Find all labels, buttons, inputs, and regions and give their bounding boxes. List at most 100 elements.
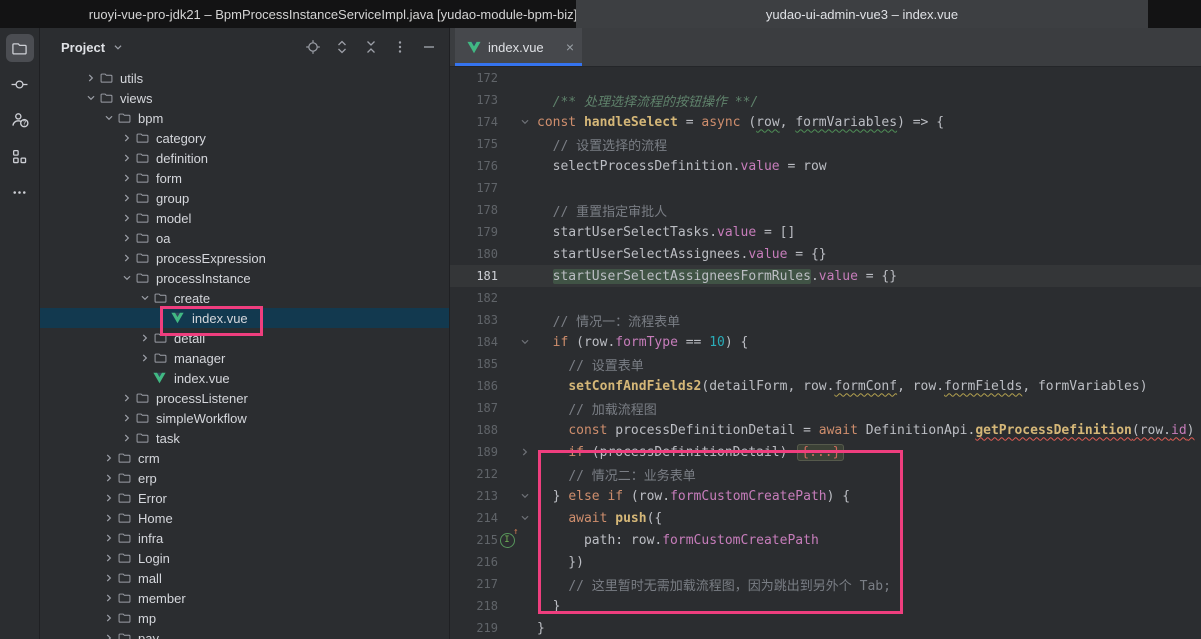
chevron-down-icon[interactable] xyxy=(119,270,135,286)
chevron-right-icon[interactable] xyxy=(101,570,117,586)
chevron-right-icon[interactable] xyxy=(101,470,117,486)
tree-item-task[interactable]: task xyxy=(40,428,449,448)
tree-item-member[interactable]: member xyxy=(40,588,449,608)
tree-item-form[interactable]: form xyxy=(40,168,449,188)
background-window-title: ruoyi-vue-pro-jdk21 – BpmProcessInstance… xyxy=(0,0,576,28)
chevron-right-icon[interactable] xyxy=(101,630,117,639)
chevron-right-icon[interactable] xyxy=(119,130,135,146)
chevron-right-icon[interactable] xyxy=(101,450,117,466)
tree-item-label: Error xyxy=(138,491,167,506)
commit-icon[interactable] xyxy=(6,70,34,98)
folder-icon xyxy=(135,270,153,286)
tree-item-pay[interactable]: pay xyxy=(40,628,449,639)
line-number: 177 xyxy=(450,181,498,195)
chevron-down-icon[interactable] xyxy=(137,290,153,306)
code-area[interactable]: 172173 /** 处理选择流程的按钮操作 **/174const handl… xyxy=(450,67,1201,639)
code-text: startUserSelectTasks.value = [] xyxy=(534,225,795,240)
line-number: 218 xyxy=(450,599,498,613)
tree-item-create[interactable]: create xyxy=(40,288,449,308)
chevron-right-icon[interactable] xyxy=(119,170,135,186)
chevron-right-icon[interactable] xyxy=(119,230,135,246)
tree-item-model[interactable]: model xyxy=(40,208,449,228)
chevron-right-icon[interactable] xyxy=(119,390,135,406)
chevron-down-icon[interactable] xyxy=(83,90,99,106)
fold-expanded-icon[interactable] xyxy=(516,115,534,129)
project-folder-icon[interactable] xyxy=(6,34,34,62)
tree-item-views[interactable]: views xyxy=(40,88,449,108)
tree-item-mp[interactable]: mp xyxy=(40,608,449,628)
tree-item-definition[interactable]: definition xyxy=(40,148,449,168)
chevron-right-icon[interactable] xyxy=(101,590,117,606)
structure-icon[interactable] xyxy=(6,142,34,170)
fold-collapsed-icon[interactable] xyxy=(516,445,534,459)
implements-gutter-icon[interactable]: I↑ xyxy=(498,533,516,548)
chevron-right-icon[interactable] xyxy=(137,350,153,366)
tree-item-label: model xyxy=(156,211,191,226)
tree-item-erp[interactable]: erp xyxy=(40,468,449,488)
tree-item-index.vue[interactable]: index.vue xyxy=(40,308,449,328)
folder-icon xyxy=(117,470,135,486)
chevron-right-icon[interactable] xyxy=(101,550,117,566)
tree-item-simpleWorkflow[interactable]: simpleWorkflow xyxy=(40,408,449,428)
chevron-right-icon[interactable] xyxy=(101,510,117,526)
chevron-right-icon[interactable] xyxy=(119,150,135,166)
tree-item-manager[interactable]: manager xyxy=(40,348,449,368)
editor: index.vue × 172173 /** 处理选择流程的按钮操作 **/17… xyxy=(450,28,1201,639)
tree-item-detail[interactable]: detail xyxy=(40,328,449,348)
line-number: 172 xyxy=(450,71,498,85)
tree-item-oa[interactable]: oa xyxy=(40,228,449,248)
tree-item-label: mall xyxy=(138,571,162,586)
tree-item-category[interactable]: category xyxy=(40,128,449,148)
hide-panel-icon[interactable] xyxy=(419,37,439,57)
code-line-182: 182 xyxy=(450,287,1201,309)
chevron-right-icon[interactable] xyxy=(119,250,135,266)
chevron-down-icon[interactable] xyxy=(111,40,125,54)
code-text: if (row.formType == 10) { xyxy=(534,335,748,350)
tree-item-utils[interactable]: utils xyxy=(40,68,449,88)
tab-index-vue[interactable]: index.vue × xyxy=(455,28,582,66)
tree-item-label: index.vue xyxy=(192,311,248,326)
tree-item-processExpression[interactable]: processExpression xyxy=(40,248,449,268)
code-text: } xyxy=(534,599,560,614)
close-tab-icon[interactable]: × xyxy=(566,40,574,54)
tree-item-Error[interactable]: Error xyxy=(40,488,449,508)
fold-expanded-icon[interactable] xyxy=(516,511,534,525)
chevron-right-icon[interactable] xyxy=(119,410,135,426)
tree-item-group[interactable]: group xyxy=(40,188,449,208)
chevron-right-icon[interactable] xyxy=(101,610,117,626)
tree-item-Home[interactable]: Home xyxy=(40,508,449,528)
chevron-right-icon[interactable] xyxy=(119,190,135,206)
tree-item-label: task xyxy=(156,431,180,446)
collapse-all-icon[interactable] xyxy=(361,37,381,57)
chevron-right-icon[interactable] xyxy=(119,430,135,446)
chevron-down-icon[interactable] xyxy=(101,110,117,126)
line-number: 182 xyxy=(450,291,498,305)
expand-all-icon[interactable] xyxy=(332,37,352,57)
project-panel-title[interactable]: Project xyxy=(61,40,105,55)
locate-file-icon[interactable] xyxy=(303,37,323,57)
tree-item-mall[interactable]: mall xyxy=(40,568,449,588)
options-kebab-icon[interactable] xyxy=(390,37,410,57)
tree-item-bpm[interactable]: bpm xyxy=(40,108,449,128)
fold-expanded-icon[interactable] xyxy=(516,489,534,503)
tree-item-infra[interactable]: infra xyxy=(40,528,449,548)
pull-requests-icon[interactable]: ? xyxy=(6,106,34,134)
tree-item-processInstance[interactable]: processInstance xyxy=(40,268,449,288)
chevron-right-icon[interactable] xyxy=(101,490,117,506)
more-tools-icon[interactable] xyxy=(6,178,34,206)
line-number: 174 xyxy=(450,115,498,129)
fold-expanded-icon[interactable] xyxy=(516,335,534,349)
line-number: 212 xyxy=(450,467,498,481)
line-number: 176 xyxy=(450,159,498,173)
tree-item-processListener[interactable]: processListener xyxy=(40,388,449,408)
tree-item-label: oa xyxy=(156,231,170,246)
chevron-right-icon[interactable] xyxy=(101,530,117,546)
code-line-184: 184 if (row.formType == 10) { xyxy=(450,331,1201,353)
tree-item-index.vue[interactable]: index.vue xyxy=(40,368,449,388)
line-number: 188 xyxy=(450,423,498,437)
chevron-right-icon[interactable] xyxy=(119,210,135,226)
chevron-right-icon[interactable] xyxy=(137,330,153,346)
tree-item-Login[interactable]: Login xyxy=(40,548,449,568)
tree-item-crm[interactable]: crm xyxy=(40,448,449,468)
chevron-right-icon[interactable] xyxy=(83,70,99,86)
